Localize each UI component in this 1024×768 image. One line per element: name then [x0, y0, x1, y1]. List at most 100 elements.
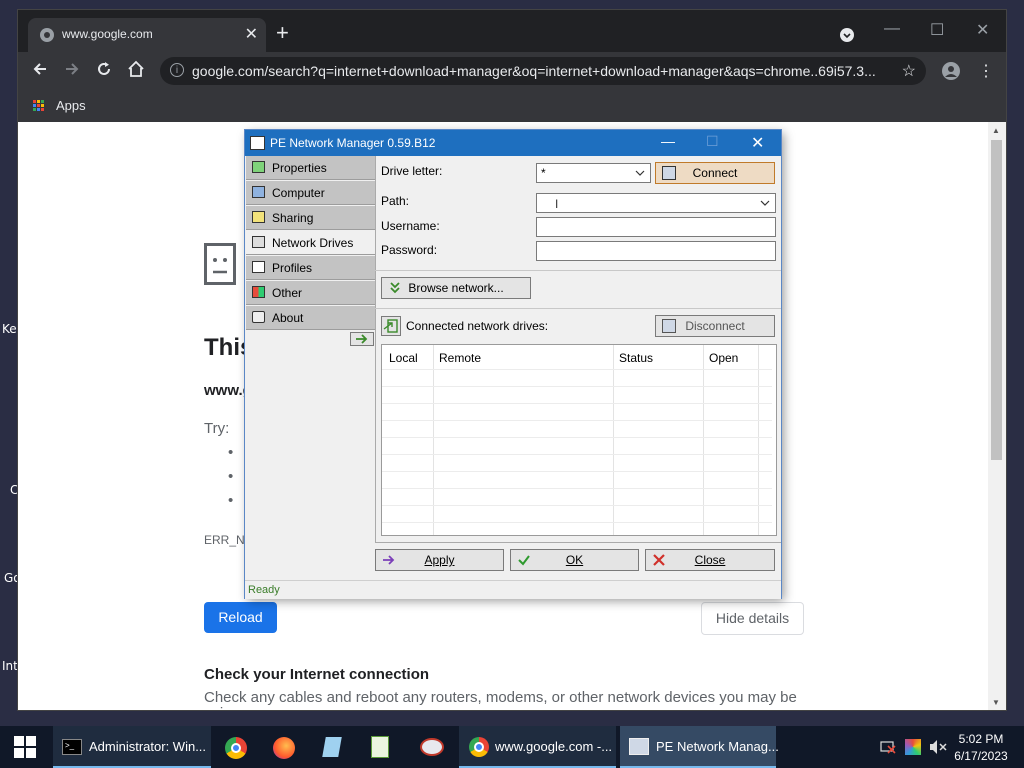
profiles-icon: [252, 261, 265, 273]
taskbar-item-notepad[interactable]: [310, 726, 354, 768]
profile-avatar[interactable]: [942, 62, 960, 80]
maximize-button[interactable]: ☐: [930, 20, 944, 40]
column-header-remote[interactable]: Remote: [439, 351, 481, 365]
hide-details-button[interactable]: Hide details: [701, 602, 804, 635]
sidebar-item-label: Other: [272, 286, 303, 300]
text-cursor-icon: I: [555, 197, 559, 211]
scroll-up-icon[interactable]: ▲: [992, 126, 1000, 135]
sidebar-item-network-drives[interactable]: Network Drives: [246, 231, 375, 255]
network-drive-icon: [252, 236, 265, 248]
forward-button[interactable]: [63, 60, 81, 82]
volume-muted-icon[interactable]: [928, 739, 948, 758]
chevron-down-icon: [635, 170, 645, 176]
bookmark-star-icon[interactable]: ☆: [902, 61, 916, 81]
password-label: Password:: [381, 243, 438, 257]
home-button[interactable]: [127, 60, 145, 82]
ok-button[interactable]: OK: [510, 549, 639, 571]
info-icon[interactable]: i: [170, 63, 184, 77]
spreadsheet-icon: [371, 736, 389, 758]
address-url: google.com/search?q=internet+download+ma…: [192, 63, 876, 79]
check-connection-text-cut: using.: [204, 706, 244, 710]
taskbar-item-chrome[interactable]: [214, 726, 258, 768]
kebab-menu-icon[interactable]: ⋮: [978, 61, 994, 81]
tab-strip: www.google.com ✕ + — ☐ ✕: [18, 10, 1006, 52]
tab-search-button[interactable]: [840, 28, 854, 42]
red-x-icon: [653, 554, 665, 566]
taskbar-item-pe-network[interactable]: PE Network Manag...: [620, 726, 779, 768]
sidebar-item-profiles[interactable]: Profiles: [246, 256, 375, 280]
start-button[interactable]: [0, 726, 50, 768]
drive-letter-value: *: [541, 166, 546, 180]
collapse-sidebar-button[interactable]: [350, 332, 374, 346]
username-field[interactable]: [536, 217, 776, 237]
drive-letter-label: Drive letter:: [381, 164, 443, 178]
sidebar-item-sharing[interactable]: Sharing: [246, 206, 375, 230]
browser-tab[interactable]: www.google.com ✕: [28, 18, 266, 52]
refresh-drives-button[interactable]: [381, 316, 401, 336]
dialog-titlebar[interactable]: PE Network Manager 0.59.B12 — ☐ ✕: [245, 130, 781, 156]
taskbar-item-firefox[interactable]: [262, 726, 306, 768]
tab-title: www.google.com: [62, 27, 153, 41]
address-bar[interactable]: i google.com/search?q=internet+download+…: [160, 57, 926, 85]
bullet: •: [228, 444, 234, 461]
about-icon: [252, 311, 265, 323]
sidebar-item-label: Network Drives: [272, 236, 354, 250]
connect-button[interactable]: Connect: [655, 162, 775, 184]
dialog-maximize-button: ☐: [706, 133, 719, 149]
disconnect-button[interactable]: Disconnect: [655, 315, 775, 337]
apps-grid-icon: [33, 100, 45, 112]
checkmark-icon: [518, 555, 530, 566]
sidebar-item-other[interactable]: Other: [246, 281, 375, 305]
close-button[interactable]: Close: [645, 549, 775, 571]
sidebar-item-label: About: [272, 311, 304, 325]
sidebar-item-computer[interactable]: Computer: [246, 181, 375, 205]
sidebar-item-label: Computer: [272, 186, 325, 200]
new-tab-button[interactable]: +: [276, 22, 289, 44]
pe-network-icon: [250, 136, 265, 150]
apply-button[interactable]: Apply: [375, 549, 504, 571]
bookmarks-bar: Apps: [18, 90, 1006, 123]
clock-time[interactable]: 5:02 PM: [950, 732, 1012, 746]
apps-bookmark[interactable]: Apps: [56, 98, 86, 113]
taskbar-item-spreadsheet[interactable]: [358, 726, 402, 768]
sidebar-item-about[interactable]: About: [246, 306, 375, 330]
color-settings-icon[interactable]: [905, 739, 921, 755]
divider: [375, 308, 781, 309]
close-tab-icon[interactable]: ✕: [245, 24, 258, 44]
firefox-icon: [273, 737, 295, 759]
minimize-button[interactable]: —: [884, 20, 900, 38]
taskbar-item-cmd[interactable]: >_ Administrator: Win...: [53, 726, 211, 768]
network-connect-icon: [662, 166, 676, 180]
reload-button[interactable]: [95, 60, 113, 82]
reload-page-button[interactable]: Reload: [204, 602, 277, 633]
person-icon: [945, 66, 957, 77]
column-header-open[interactable]: Open: [709, 351, 738, 365]
path-combobox[interactable]: I: [536, 193, 776, 213]
sidebar-item-properties[interactable]: Properties: [246, 156, 375, 180]
column-header-local[interactable]: Local: [389, 351, 418, 365]
password-field[interactable]: [536, 241, 776, 261]
column-header-status[interactable]: Status: [619, 351, 653, 365]
scrollbar-thumb[interactable]: [991, 140, 1002, 460]
dialog-close-button[interactable]: ✕: [751, 133, 764, 153]
drive-letter-select[interactable]: *: [536, 163, 651, 183]
back-button[interactable]: [31, 60, 49, 82]
scroll-down-icon[interactable]: ▼: [992, 698, 1000, 707]
bullet: •: [228, 492, 234, 509]
check-connection-text: Check any cables and reboot any routers,…: [204, 689, 797, 706]
connected-drives-table[interactable]: Local Remote Status Open: [381, 344, 777, 536]
dialog-minimize-button[interactable]: —: [661, 133, 675, 149]
sidebar-item-label: Properties: [272, 161, 327, 175]
browse-network-button[interactable]: Browse network...: [381, 277, 531, 299]
home-icon: [128, 60, 144, 77]
arrow-right-icon: [383, 555, 395, 565]
try-label: Try:: [204, 420, 230, 437]
pe-network-icon: [629, 738, 649, 755]
close-window-button[interactable]: ✕: [976, 20, 989, 40]
page-scrollbar[interactable]: ▲ ▼: [988, 122, 1006, 710]
taskbar-item-paint[interactable]: [407, 726, 455, 768]
cmd-icon: >_: [62, 739, 82, 755]
network-status-icon[interactable]: [880, 740, 896, 754]
clock-date[interactable]: 6/17/2023: [950, 749, 1012, 763]
taskbar-item-chrome-window[interactable]: www.google.com -...: [459, 726, 616, 768]
